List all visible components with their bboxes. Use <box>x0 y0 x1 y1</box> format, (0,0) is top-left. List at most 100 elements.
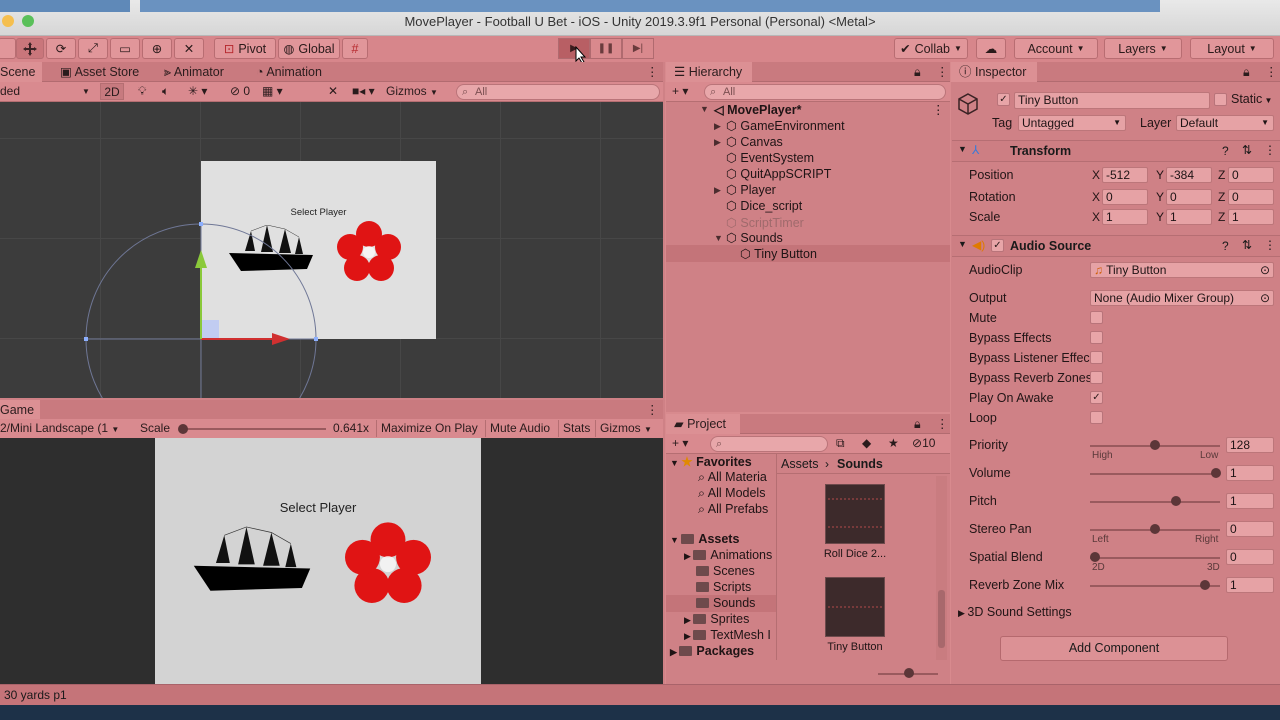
favorite-button[interactable]: ★ <box>888 435 899 452</box>
reverb-zone-mix-input[interactable]: 1 <box>1226 577 1274 593</box>
component-menu-icon[interactable]: ⋮ <box>1264 238 1276 252</box>
stats-toggle[interactable]: Stats <box>558 420 594 437</box>
gizmos-dropdown[interactable]: Gizmos ▼ <box>386 83 438 100</box>
panel-menu-icon[interactable]: ⋮ <box>936 62 949 82</box>
hierarchy-item[interactable]: ⬡ Dice_script <box>726 198 802 213</box>
tab-inspector[interactable]: ⓘ Inspector <box>951 62 1037 82</box>
object-picker-icon[interactable]: ⊙ <box>1260 263 1270 277</box>
panel-menu-icon[interactable]: ⋮ <box>1265 62 1278 82</box>
tools-toggle[interactable]: ✕ <box>328 83 338 100</box>
tab-hierarchy[interactable]: ☰ Hierarchy <box>666 62 752 82</box>
3d-sound-settings-foldout[interactable]: ▶ 3D Sound Settings <box>958 605 1072 619</box>
display-resolution-dropdown[interactable]: 2/Mini Landscape (1 ▼ <box>0 420 134 437</box>
hidden-packages-toggle[interactable]: ⊘10 <box>912 435 935 452</box>
loop-checkbox[interactable] <box>1090 411 1103 424</box>
priority-slider-handle[interactable] <box>1150 440 1160 450</box>
stereo-pan-slider-handle[interactable] <box>1150 524 1160 534</box>
transform-tool-button[interactable]: ⊕ <box>142 38 172 59</box>
help-icon[interactable]: ? <box>1222 144 1229 158</box>
lock-icon[interactable]: 🔒︎ <box>1243 62 1250 82</box>
bypass-listener-checkbox[interactable] <box>1090 351 1103 364</box>
rotation-z-input[interactable]: 0 <box>1228 189 1274 205</box>
tab-project[interactable]: ▰ Project <box>666 414 740 434</box>
stereo-pan-input[interactable]: 0 <box>1226 521 1274 537</box>
assets-section[interactable]: ▼ Assets <box>670 532 739 546</box>
mute-checkbox[interactable] <box>1090 311 1103 324</box>
shading-mode-dropdown[interactable]: ded ▼ <box>0 83 92 100</box>
hierarchy-item-selected[interactable]: ⬡ Tiny Button <box>740 246 817 261</box>
pivot-toggle[interactable]: ⊡ Pivot <box>214 38 276 59</box>
layers-dropdown[interactable]: Layers ▼ <box>1104 38 1182 59</box>
hierarchy-search-input[interactable]: ⌕ All <box>704 84 946 100</box>
active-checkbox[interactable]: ✓ <box>997 93 1010 106</box>
position-y-input[interactable]: -384 <box>1166 167 1212 183</box>
packages-section[interactable]: ▶ Packages <box>670 644 754 658</box>
preset-icon[interactable]: ⇅ <box>1242 143 1252 157</box>
filter-type-button[interactable]: ⧉ <box>836 435 845 452</box>
tag-dropdown[interactable]: Untagged ▼ <box>1018 115 1126 131</box>
pause-button[interactable]: ❚❚ <box>590 38 622 59</box>
move-tool-button[interactable] <box>16 38 44 59</box>
layout-dropdown[interactable]: Layout ▼ <box>1190 38 1274 59</box>
scale-tool-button[interactable]: ⤢ <box>78 38 108 59</box>
audio-source-enabled-checkbox[interactable]: ✓ <box>991 239 1004 252</box>
hand-tool-button[interactable] <box>0 38 16 59</box>
hierarchy-item[interactable]: ⬡ EventSystem <box>726 150 814 165</box>
create-dropdown[interactable]: + ▾ <box>672 83 688 100</box>
panel-menu-icon[interactable]: ⋮ <box>646 62 659 82</box>
game-gizmos-dropdown[interactable]: Gizmos ▼ <box>595 420 656 437</box>
position-z-input[interactable]: 0 <box>1228 167 1274 183</box>
scene-viewport[interactable]: Select Player <box>0 102 663 398</box>
global-toggle[interactable]: ◍ Global <box>278 38 340 59</box>
hidden-objects-toggle[interactable]: ⊘ 0 <box>230 83 250 100</box>
hierarchy-item[interactable]: ⬡ QuitAppSCRIPT <box>726 166 831 181</box>
play-on-awake-checkbox[interactable]: ✓ <box>1090 391 1103 404</box>
output-field[interactable]: None (Audio Mixer Group) ⊙ <box>1090 290 1274 306</box>
rect-transform-gizmo[interactable] <box>0 102 663 398</box>
grid-toggle[interactable]: ▦ ▾ <box>262 83 283 100</box>
pitch-input[interactable]: 1 <box>1226 493 1274 509</box>
scale-slider[interactable] <box>182 428 326 430</box>
hierarchy-item[interactable]: ▶ ⬡ GameEnvironment <box>714 118 845 133</box>
panel-menu-icon[interactable]: ⋮ <box>646 400 659 420</box>
collab-dropdown[interactable]: ✔ Collab ▼ <box>894 38 968 59</box>
pitch-slider[interactable] <box>1090 501 1220 503</box>
filter-label-button[interactable]: ◆ <box>862 435 871 452</box>
audio-clip-thumbnail[interactable] <box>825 577 885 637</box>
preset-icon[interactable]: ⇅ <box>1242 238 1252 252</box>
effects-dropdown[interactable]: ✳ ▾ <box>188 83 207 100</box>
asset-folder[interactable]: Scripts <box>696 580 751 594</box>
asset-folder[interactable]: ▶ Animations <box>684 548 772 562</box>
hierarchy-item[interactable]: ▶ ⬡ Canvas <box>714 134 783 149</box>
scale-y-input[interactable]: 1 <box>1166 209 1212 225</box>
position-x-input[interactable]: -512 <box>1102 167 1148 183</box>
asset-folder[interactable]: ▶ Sprites <box>684 612 749 626</box>
scale-x-input[interactable]: 1 <box>1102 209 1148 225</box>
hierarchy-item[interactable]: ▼ ⬡ Sounds <box>714 230 783 245</box>
asset-folder[interactable]: Scenes <box>696 564 755 578</box>
mute-audio-toggle[interactable]: Mute Audio <box>485 420 554 437</box>
panel-menu-icon[interactable]: ⋮ <box>936 414 949 434</box>
project-search-input[interactable]: ⌕ <box>710 436 828 452</box>
spatial-blend-input[interactable]: 0 <box>1226 549 1274 565</box>
lighting-toggle[interactable]: 💡︎ <box>138 83 146 100</box>
scale-z-input[interactable]: 1 <box>1228 209 1274 225</box>
add-component-button[interactable]: Add Component <box>1000 636 1228 661</box>
create-dropdown[interactable]: + ▾ <box>672 435 688 452</box>
rotate-tool-button[interactable]: ⟳ <box>46 38 76 59</box>
status-message[interactable]: 30 yards p1 <box>4 688 67 702</box>
step-button[interactable]: ▶| <box>622 38 654 59</box>
camera-dropdown[interactable]: ■◂ ▾ <box>352 83 375 100</box>
object-picker-icon[interactable]: ⊙ <box>1260 291 1270 305</box>
tab-game[interactable]: Game <box>0 400 40 420</box>
volume-input[interactable]: 1 <box>1226 465 1274 481</box>
volume-slider-handle[interactable] <box>1211 468 1221 478</box>
static-checkbox[interactable] <box>1214 93 1227 106</box>
scale-slider-handle[interactable] <box>178 424 188 434</box>
spatial-blend-slider-handle[interactable] <box>1090 552 1100 562</box>
help-icon[interactable]: ? <box>1222 239 1229 253</box>
volume-slider[interactable] <box>1090 473 1220 475</box>
asset-folder[interactable]: ▶ TextMesh I <box>684 628 771 642</box>
object-name-input[interactable]: Tiny Button <box>1014 92 1210 109</box>
cloud-button[interactable]: ☁ <box>976 38 1006 59</box>
